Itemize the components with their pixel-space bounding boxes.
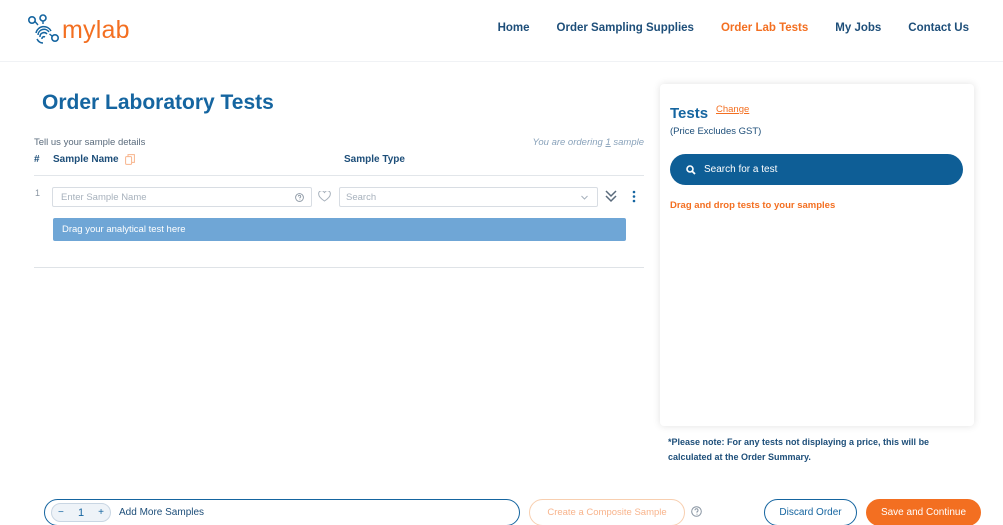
fingerprint-molecule-icon [27, 14, 59, 44]
price-excludes-gst-text: (Price Excludes GST) [670, 126, 762, 137]
ordering-suffix: sample [610, 137, 644, 148]
sample-type-select[interactable]: Search [339, 187, 598, 207]
add-more-samples-button[interactable]: Add More Samples [119, 507, 204, 518]
tests-panel-title: Tests [670, 105, 709, 122]
help-icon[interactable] [691, 506, 702, 517]
ordering-count-text: You are ordering 1 sample [500, 137, 644, 148]
more-options-icon[interactable] [632, 190, 636, 203]
page-title: Order Laboratory Tests [42, 91, 274, 114]
nav-home[interactable]: Home [498, 22, 530, 34]
table-divider [34, 175, 644, 176]
heart-icon[interactable] [318, 191, 331, 202]
save-and-continue-button[interactable]: Save and Continue [866, 499, 981, 525]
sample-quantity-stepper[interactable]: − 1 + [51, 503, 111, 522]
search-test-label: Search for a test [704, 164, 778, 175]
logo-wordmark: mylab [62, 15, 130, 44]
column-header-sample-name: Sample Name [53, 154, 135, 165]
test-drop-zone[interactable]: Drag your analytical test here [53, 218, 626, 241]
decrement-button[interactable]: − [58, 507, 64, 518]
copy-icon[interactable] [124, 154, 135, 165]
create-composite-sample-button[interactable]: Create a Composite Sample [529, 499, 685, 525]
chevron-down-icon [581, 195, 588, 200]
sample-type-placeholder: Search [346, 191, 377, 203]
double-chevron-down-icon[interactable] [604, 188, 618, 204]
main-nav: Home Order Sampling Supplies Order Lab T… [498, 22, 969, 34]
add-samples-bar: − 1 + Add More Samples [44, 499, 520, 525]
mylab-logo[interactable]: mylab [26, 12, 130, 48]
sample-name-input[interactable] [52, 187, 312, 207]
table-bottom-divider [34, 267, 644, 268]
nav-order-sampling-supplies[interactable]: Order Sampling Supplies [557, 22, 694, 34]
search-icon [686, 164, 696, 175]
tests-panel: Tests Change (Price Excludes GST) Search… [660, 84, 974, 426]
search-test-button[interactable]: Search for a test [670, 154, 963, 185]
column-header-number: # [34, 154, 40, 165]
quantity-value: 1 [77, 506, 85, 519]
nav-order-lab-tests[interactable]: Order Lab Tests [721, 22, 808, 34]
column-header-sample-type: Sample Type [344, 154, 405, 165]
nav-my-jobs[interactable]: My Jobs [835, 22, 881, 34]
discard-order-button[interactable]: Discard Order [764, 499, 857, 525]
help-icon[interactable] [295, 193, 304, 202]
price-note: *Please note: For any tests not displayi… [668, 437, 930, 462]
sample-row-number: 1 [35, 188, 41, 198]
drag-drop-hint: Drag and drop tests to your samples [670, 200, 836, 211]
increment-button[interactable]: + [98, 507, 104, 518]
sample-details-caption: Tell us your sample details [34, 137, 146, 148]
column-header-sample-name-label: Sample Name [53, 154, 119, 165]
nav-contact-us[interactable]: Contact Us [908, 22, 969, 34]
ordering-prefix: You are ordering [532, 137, 606, 148]
site-header: mylab Home Order Sampling Supplies Order… [0, 0, 1003, 62]
change-link[interactable]: Change [716, 104, 749, 115]
